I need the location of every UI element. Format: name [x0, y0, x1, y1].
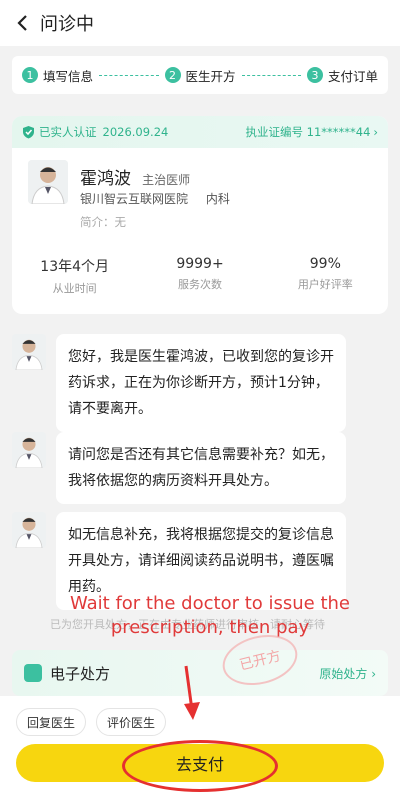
doctor-title: 主治医师 — [142, 173, 191, 187]
stat-rating: 99% 用户好评率 — [263, 256, 388, 306]
prescription-title: 电子处方 — [50, 664, 111, 683]
doctor-hospital-row: 银川智云互联网医院 内科 — [80, 190, 230, 207]
doctor-avatar — [12, 512, 46, 548]
reply-doctor-button[interactable]: 回复医生 — [16, 708, 87, 736]
doctor-avatar — [12, 432, 46, 468]
stat-value: 9999+ — [176, 256, 224, 272]
doctor-name: 霍鸿波 — [80, 169, 131, 189]
stat-label: 从业时间 — [52, 282, 97, 295]
doctor-avatar — [28, 160, 68, 204]
step-label: 支付订单 — [328, 68, 379, 84]
doctor-avatar — [12, 334, 46, 370]
stat-label: 服务次数 — [177, 278, 222, 291]
license-link[interactable]: 执业证编号 11******44 › — [245, 124, 378, 140]
message-bubble: 请问您是否还有其它信息需要补充？如无，我将依据您的病历资料开具处方。 — [56, 432, 346, 504]
verified-label: 已实人认证 — [39, 125, 97, 139]
highlight-circle — [122, 740, 278, 792]
stat-label: 用户好评率 — [297, 278, 353, 291]
top-bar: 问诊中 — [0, 0, 400, 46]
doctor-verify-band: 已实人认证 2026.09.24 执业证编号 11******44 › — [12, 116, 388, 148]
step-number: 2 — [164, 67, 181, 83]
doctor-name-row: 霍鸿波 主治医师 — [80, 164, 190, 189]
chevron-right-icon: › — [373, 125, 378, 139]
doctor-hospital: 银川智云互联网医院 — [80, 192, 189, 206]
progress-steps: 1 填写信息 2 医生开方 3 支付订单 — [12, 56, 388, 94]
step-number: 3 — [307, 67, 323, 83]
verified-badge: 已实人认证 — [22, 124, 97, 140]
doctor-card: 已实人认证 2026.09.24 执业证编号 11******44 › 霍鸿波 … — [12, 116, 388, 314]
message-bubble: 您好，我是医生霍鸿波，已收到您的复诊开药诉求，正在为你诊断开方，预计1分钟，请不… — [56, 334, 346, 432]
step-label: 填写信息 — [43, 68, 94, 84]
original-prescription-label: 原始处方 — [319, 666, 368, 681]
doctor-stats: 13年4个月 从业时间 9999+ 服务次数 99% 用户好评率 — [12, 256, 388, 306]
license-number: 执业证编号 11******44 — [245, 125, 371, 139]
step-number: 1 — [22, 67, 38, 83]
doctor-intro: 简介：无 — [80, 215, 126, 229]
prescription-icon — [24, 664, 42, 682]
step-pay-order: 3 支付订单 — [307, 66, 378, 85]
verified-date: 2026.09.24 — [102, 125, 169, 139]
step-fill-info: 1 填写信息 — [22, 66, 93, 85]
step-doctor-prescribe: 2 医生开方 — [164, 66, 236, 85]
instruction-annotation: Wait for the doctor to issue the prescri… — [69, 593, 350, 638]
doctor-department: 内科 — [205, 192, 230, 206]
stat-experience: 13年4个月 从业时间 — [12, 256, 137, 306]
stat-service-count: 9999+ 服务次数 — [137, 256, 262, 306]
step-label: 医生开方 — [185, 68, 236, 84]
step-connector — [241, 74, 301, 76]
stat-value: 99% — [309, 256, 341, 272]
original-prescription-link[interactable]: 原始处方 › — [319, 665, 376, 682]
step-connector — [99, 74, 159, 76]
back-arrow-icon[interactable] — [10, 11, 34, 35]
annotation-arrow-icon — [184, 665, 200, 720]
page-title: 问诊中 — [40, 14, 94, 35]
rate-doctor-button[interactable]: 评价医生 — [96, 708, 167, 736]
shield-check-icon — [23, 126, 34, 139]
stat-value: 13年4个月 — [40, 259, 110, 275]
